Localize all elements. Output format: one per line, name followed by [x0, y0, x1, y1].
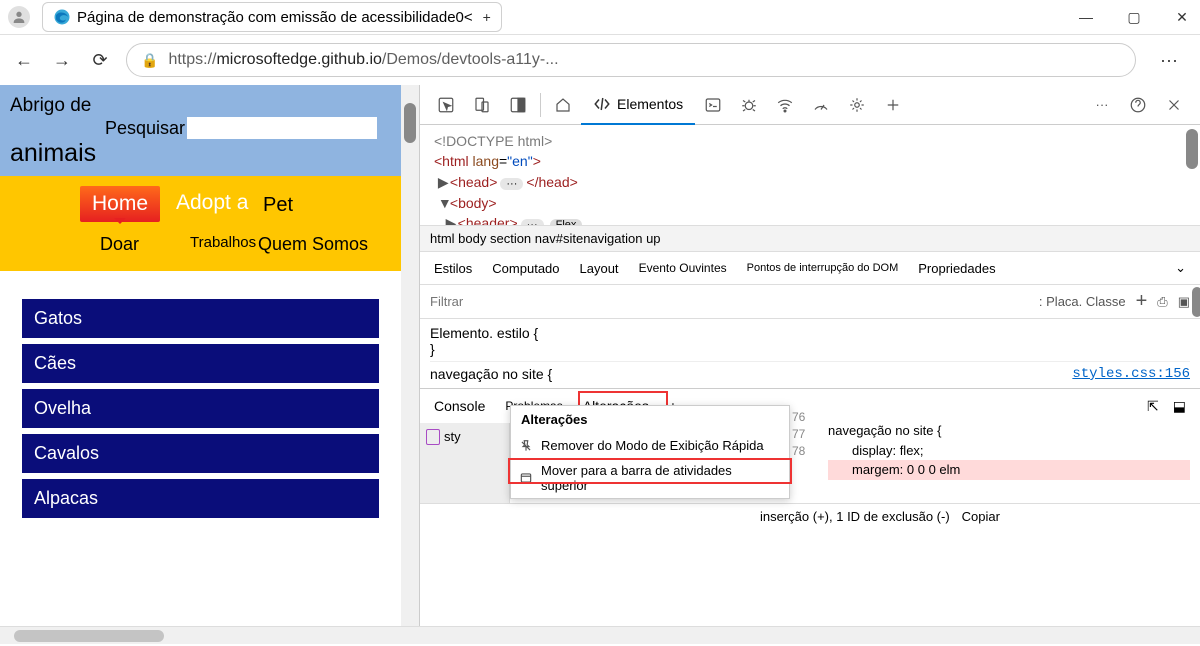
device-icon[interactable] [464, 85, 500, 125]
forward-button[interactable]: → [50, 48, 74, 72]
search-input[interactable] [187, 117, 377, 139]
tab-dom-bp[interactable]: Pontos de interrupção do DOM [747, 262, 899, 274]
add-rule-icon[interactable]: + [1136, 290, 1148, 313]
bug-icon[interactable] [731, 85, 767, 125]
nav-home[interactable]: Home [80, 186, 160, 222]
styles-filter: : Placa. Classe + ⎙ ▣ [420, 285, 1200, 319]
nav-adopt[interactable]: Adopt a [176, 191, 248, 215]
list-item[interactable]: Gatos [22, 299, 379, 338]
tab-console[interactable]: Console [434, 398, 485, 414]
tab-computado[interactable]: Computado [492, 261, 559, 276]
edge-icon [53, 8, 71, 26]
horizontal-scrollbar[interactable] [0, 626, 1200, 644]
list-item[interactable]: Cães [22, 344, 379, 383]
changes-footer: inserção (+), 1 ID de exclusão (-) Copia… [420, 503, 1200, 529]
styles-scrollbar[interactable] [1192, 287, 1200, 317]
reload-button[interactable]: ⟳ [88, 48, 112, 72]
computed-icon[interactable]: ▣ [1178, 294, 1190, 310]
window-minimize[interactable]: — [1076, 9, 1096, 25]
tabs-expand-icon[interactable]: ⌄ [1175, 260, 1186, 276]
list-item[interactable]: Ovelha [22, 389, 379, 428]
network-icon[interactable] [767, 85, 803, 125]
filter-input[interactable] [430, 294, 1039, 309]
print-icon[interactable]: ⎙ [1157, 294, 1167, 310]
settings-icon[interactable] [839, 85, 875, 125]
styles-tabs: Estilos Computado Layout Evento Ouvintes… [420, 252, 1200, 285]
panel-icon [519, 471, 533, 485]
list-item[interactable]: Cavalos [22, 434, 379, 473]
browser-tab[interactable]: Página de demonstração com emissão de ac… [42, 2, 502, 32]
tab-props[interactable]: Propriedades [918, 261, 995, 276]
site-title-line1: Abrigo de [10, 95, 391, 117]
source-link[interactable]: styles.css:156 [1072, 366, 1190, 382]
menu-remove[interactable]: Remover do Modo de Exibição Rápida [511, 433, 789, 458]
drawer-expand-icon[interactable]: ⇱ [1147, 398, 1159, 415]
browser-menu[interactable]: ··· [1150, 50, 1188, 71]
nav-doar[interactable]: Doar [100, 234, 139, 255]
address-bar[interactable]: 🔒 https://microsoftedge.github.io/Demos/… [126, 43, 1136, 77]
changes-code: navegação no site { display: flex; marge… [828, 421, 1190, 480]
performance-icon[interactable] [803, 85, 839, 125]
unpin-icon [519, 439, 533, 453]
dom-scrollbar[interactable] [1186, 129, 1198, 169]
tab-layout[interactable]: Layout [580, 261, 619, 276]
context-menu: Alterações Remover do Modo de Exibição R… [510, 405, 790, 499]
filter-placa[interactable]: : Placa. Classe [1039, 294, 1126, 309]
category-list: Gatos Cães Ovelha Cavalos Alpacas [0, 271, 401, 518]
inspect-icon[interactable] [428, 85, 464, 125]
nav-quem-somos[interactable]: Quem Somos [258, 234, 368, 255]
dom-tree[interactable]: <!DOCTYPE html> <html lang="en"> ▶<head>… [420, 125, 1200, 225]
home-icon[interactable] [545, 85, 581, 125]
nav-pet[interactable]: Pet [263, 194, 293, 217]
line-numbers: 76 77 78 [792, 409, 805, 459]
lock-icon: 🔒 [141, 52, 158, 69]
breadcrumb[interactable]: html body section nav#sitenavigation up [420, 225, 1200, 252]
elements-tab[interactable]: Elementos [581, 85, 695, 125]
site-nav: Home Adopt a Pet Doar Trabalhos Quem Som… [0, 176, 401, 271]
user-avatar[interactable] [8, 6, 30, 28]
page-scrollbar[interactable] [401, 85, 419, 626]
window-close[interactable]: ✕ [1172, 9, 1192, 26]
copy-button[interactable]: Copiar [962, 509, 1000, 524]
search-label: Pesquisar [105, 118, 185, 139]
tab-title: Página de demonstração com emissão de ac… [77, 9, 473, 26]
help-icon[interactable] [1120, 85, 1156, 125]
back-button[interactable]: ← [12, 48, 36, 72]
dock-icon[interactable] [500, 85, 536, 125]
list-item[interactable]: Alpacas [22, 479, 379, 518]
devtools-toolbar: Elementos ··· [420, 85, 1200, 125]
window-maximize[interactable]: ▢ [1124, 9, 1144, 26]
drawer-dock-icon[interactable]: ⬓ [1173, 398, 1186, 415]
styles-panel[interactable]: Elemento. estilo { } styles.css:156 nave… [420, 319, 1200, 388]
more-icon[interactable]: ··· [1084, 85, 1120, 125]
site-title-line2: animais [10, 139, 391, 168]
add-tab-icon[interactable] [875, 85, 911, 125]
menu-title: Alterações [511, 406, 789, 433]
nav-trabalhos[interactable]: Trabalhos [190, 234, 256, 251]
tab-evento[interactable]: Evento Ouvintes [639, 261, 727, 275]
changes-file-list[interactable]: sty [420, 423, 510, 503]
menu-move[interactable]: Mover para a barra de atividades superio… [511, 458, 789, 498]
close-devtools-icon[interactable] [1156, 85, 1192, 125]
tab-estilos[interactable]: Estilos [434, 261, 472, 276]
console-icon[interactable] [695, 85, 731, 125]
file-icon [426, 429, 440, 445]
tab-new-icon[interactable]: + [483, 9, 491, 25]
